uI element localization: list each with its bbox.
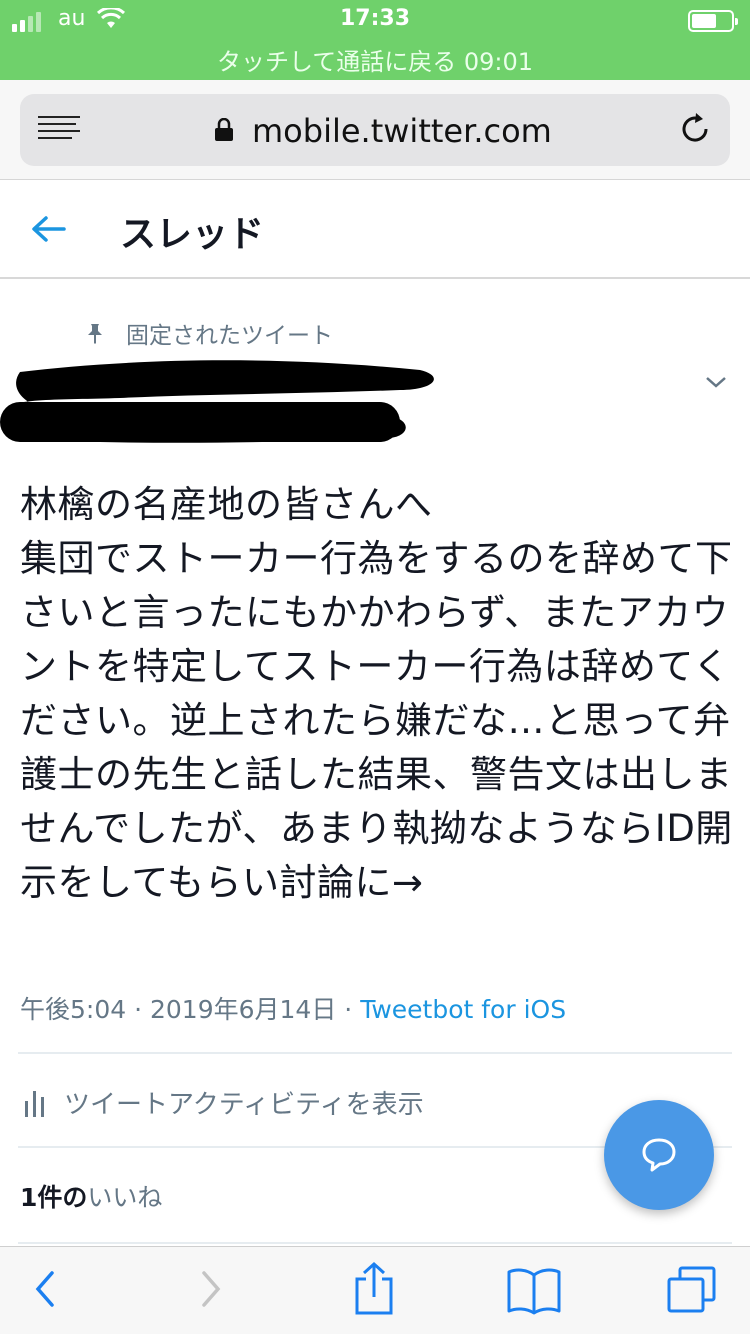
likes-link[interactable]: 1件のいいね [20,1178,162,1214]
battery-icon [688,10,738,32]
lock-icon [215,118,233,141]
url-text[interactable]: mobile.twitter.com [252,112,552,150]
status-bar: au 17:33 タッチして通話に戻る 09:01 [0,0,750,80]
return-to-call-banner[interactable]: タッチして通話に戻る 09:01 [0,42,750,77]
back-arrow-icon[interactable] [28,211,68,247]
share-icon[interactable] [352,1261,396,1317]
tweet-meta: 午後5:04 · 2019年6月14日 · Tweetbot for iOS [20,990,566,1026]
divider [18,1052,732,1054]
address-bar[interactable]: mobile.twitter.com [20,94,730,166]
pinned-text: 固定されたツイート [126,323,333,349]
page-title: スレッド [120,214,265,255]
meta-separator: · [344,995,353,1024]
redacted-author-scribble [0,360,434,443]
likes-count: 1件の [20,1183,88,1212]
clock: 17:33 [339,6,411,31]
tweet-time: 午後5:04 [20,995,127,1024]
tweet-activity-link[interactable]: ツイートアクティビティを表示 [24,1084,424,1121]
thread-header: スレッド [0,181,750,279]
browser-toolbar [0,1246,750,1334]
back-icon[interactable] [30,1265,60,1313]
reload-icon[interactable] [678,112,712,146]
tweet-date: 2019年6月14日 [150,995,337,1024]
reader-icon[interactable] [38,116,80,144]
forward-icon[interactable] [196,1265,226,1313]
bookmarks-icon[interactable] [506,1267,562,1315]
divider [18,1242,732,1244]
reply-fab-button[interactable] [604,1100,714,1210]
activity-label: ツイートアクティビティを表示 [64,1090,424,1120]
tabs-icon[interactable] [666,1265,718,1315]
tweet-text: 林檎の名産地の皆さんへ 集団でストーカー行為をするのを辞めて下さいと言ったにもか… [20,483,733,904]
pin-icon [88,324,102,344]
meta-separator: · [134,995,143,1024]
tweet-source-link[interactable]: Tweetbot for iOS [360,995,566,1024]
pinned-tweet-label: 固定されたツイート [84,316,333,350]
bar-chart-icon [25,1090,44,1117]
chevron-down-icon[interactable] [704,372,728,392]
browser-url-area: mobile.twitter.com [0,80,750,180]
likes-label: いいね [87,1183,163,1212]
speech-bubble-icon [642,1138,676,1172]
